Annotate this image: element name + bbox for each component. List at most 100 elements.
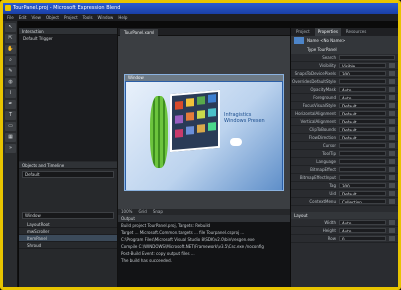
design-window[interactable]: Window Infragistics Windows Presen: [124, 74, 284, 191]
advanced-options-icon[interactable]: [389, 183, 395, 188]
prop-value[interactable]: Auto: [339, 95, 386, 100]
direct-select-icon[interactable]: ⇱: [5, 34, 16, 43]
advanced-options-icon[interactable]: [389, 95, 395, 100]
stack-field[interactable]: Window: [22, 212, 114, 219]
prop-value[interactable]: Default: [339, 191, 386, 196]
prop-value[interactable]: [339, 167, 386, 172]
prop-value[interactable]: Auto: [339, 220, 386, 225]
prop-key: HorizontalAlignment: [295, 111, 336, 116]
prop-key: Width: [324, 220, 336, 225]
layer-row[interactable]: Shroud: [19, 242, 117, 249]
advanced-options-icon[interactable]: [389, 71, 395, 76]
prop-value[interactable]: [339, 79, 386, 84]
prop-row: Uid Default: [291, 190, 398, 198]
menu-window[interactable]: Window: [98, 14, 114, 21]
advanced-options-icon[interactable]: [389, 236, 395, 241]
layer-row-selected[interactable]: ItemPanel: [19, 235, 117, 242]
prop-value[interactable]: Auto: [339, 228, 386, 233]
prop-value[interactable]: [339, 151, 386, 156]
advanced-options-icon[interactable]: [389, 103, 395, 108]
advanced-options-icon[interactable]: [389, 143, 395, 148]
prop-value[interactable]: Default: [339, 111, 386, 116]
advanced-options-icon[interactable]: [389, 228, 395, 233]
tab-document[interactable]: TourPanel.xaml: [120, 29, 159, 36]
tree-item-trigger[interactable]: Default Trigger: [19, 35, 117, 42]
menu-object[interactable]: Object: [46, 14, 59, 21]
output-title: Output: [118, 215, 290, 222]
prop-value[interactable]: [339, 143, 386, 148]
advanced-options-icon[interactable]: [389, 87, 395, 92]
prop-row: FlowDirection Default: [291, 134, 398, 142]
advanced-options-icon[interactable]: [389, 79, 395, 84]
arrow-icon[interactable]: ↖: [5, 23, 16, 32]
advanced-options-icon[interactable]: [389, 119, 395, 124]
name-label: Name: [307, 38, 319, 43]
menu-help[interactable]: Help: [118, 14, 127, 21]
prop-value[interactable]: Default: [339, 135, 386, 140]
prop-row: Language: [291, 158, 398, 166]
prop-value[interactable]: [339, 175, 386, 180]
menu-tools[interactable]: Tools: [83, 14, 93, 21]
grid-icon[interactable]: ▦: [5, 133, 16, 142]
layout-row: Width Auto: [291, 219, 398, 227]
stage-headline: Infragistics Windows Presen: [224, 112, 265, 124]
eyedropper-icon[interactable]: ✎: [5, 67, 16, 76]
advanced-options-icon[interactable]: [389, 220, 395, 225]
menu-view[interactable]: View: [31, 14, 41, 21]
advanced-options-icon[interactable]: [389, 167, 395, 172]
paint-bucket-icon[interactable]: ◍: [5, 78, 16, 87]
prop-value[interactable]: Collection: [339, 199, 386, 204]
advanced-options-icon[interactable]: [389, 135, 395, 140]
type-value: TourPanel: [317, 47, 337, 52]
thumb: [208, 94, 216, 103]
search-input[interactable]: [339, 55, 395, 60]
zoom-icon[interactable]: ⌕: [5, 56, 16, 65]
prop-value[interactable]: 300: [339, 183, 386, 188]
prop-value[interactable]: 300: [339, 71, 386, 76]
tab-project[interactable]: Project: [293, 28, 313, 36]
headline-line-2: Windows Presen: [224, 118, 265, 124]
pen-icon[interactable]: ✒: [5, 100, 16, 109]
name-value[interactable]: <No Name>: [320, 38, 345, 43]
tab-resources[interactable]: Resources: [343, 28, 369, 36]
prop-value[interactable]: Default: [339, 127, 386, 132]
advanced-options-icon[interactable]: [389, 63, 395, 68]
advanced-options-icon[interactable]: [389, 151, 395, 156]
interaction-title: Interaction: [19, 28, 117, 35]
prop-value[interactable]: Auto: [339, 87, 386, 92]
tab-properties[interactable]: Properties: [314, 28, 341, 36]
layer-row[interactable]: mwScroller: [19, 228, 117, 235]
timeline-field[interactable]: Default: [22, 171, 114, 178]
prop-key: OverridesDefaultStyle: [291, 79, 336, 84]
prop-key: Height: [322, 228, 336, 233]
menu-edit[interactable]: Edit: [19, 14, 27, 21]
prop-value[interactable]: Default: [339, 103, 386, 108]
rectangle-icon[interactable]: ▭: [5, 122, 16, 131]
menu-file[interactable]: File: [7, 14, 14, 21]
pan-icon[interactable]: ✋: [5, 45, 16, 54]
text-icon[interactable]: T: [5, 111, 16, 120]
layer-row[interactable]: LayoutRoot: [19, 221, 117, 228]
type-row: Type TourPanel: [291, 45, 398, 54]
advanced-options-icon[interactable]: [389, 191, 395, 196]
prop-value[interactable]: Default: [339, 119, 386, 124]
prop-key: Tag: [329, 183, 336, 188]
brush-icon[interactable]: ⌇: [5, 89, 16, 98]
prop-value[interactable]: Visible: [339, 63, 386, 68]
window-title: TourPanel.proj - Microsoft Expression Bl…: [13, 5, 121, 11]
prop-value[interactable]: [339, 159, 386, 164]
prop-key: Visibility: [319, 63, 336, 68]
output-line: Post-Build Event: copy output files ...: [121, 251, 195, 256]
layout-section-title[interactable]: Layout: [291, 212, 398, 219]
thumb: [208, 108, 216, 117]
asset-icon[interactable]: »: [5, 144, 16, 153]
advanced-options-icon[interactable]: [389, 127, 395, 132]
advanced-options-icon[interactable]: [389, 199, 395, 204]
advanced-options-icon[interactable]: [389, 111, 395, 116]
advanced-options-icon[interactable]: [389, 159, 395, 164]
prop-value[interactable]: 0: [339, 236, 386, 241]
artboard[interactable]: Window Infragistics Windows Presen: [118, 36, 290, 209]
trigger-tree: Default Trigger: [19, 35, 117, 161]
advanced-options-icon[interactable]: [389, 175, 395, 180]
menu-project[interactable]: Project: [64, 14, 78, 21]
